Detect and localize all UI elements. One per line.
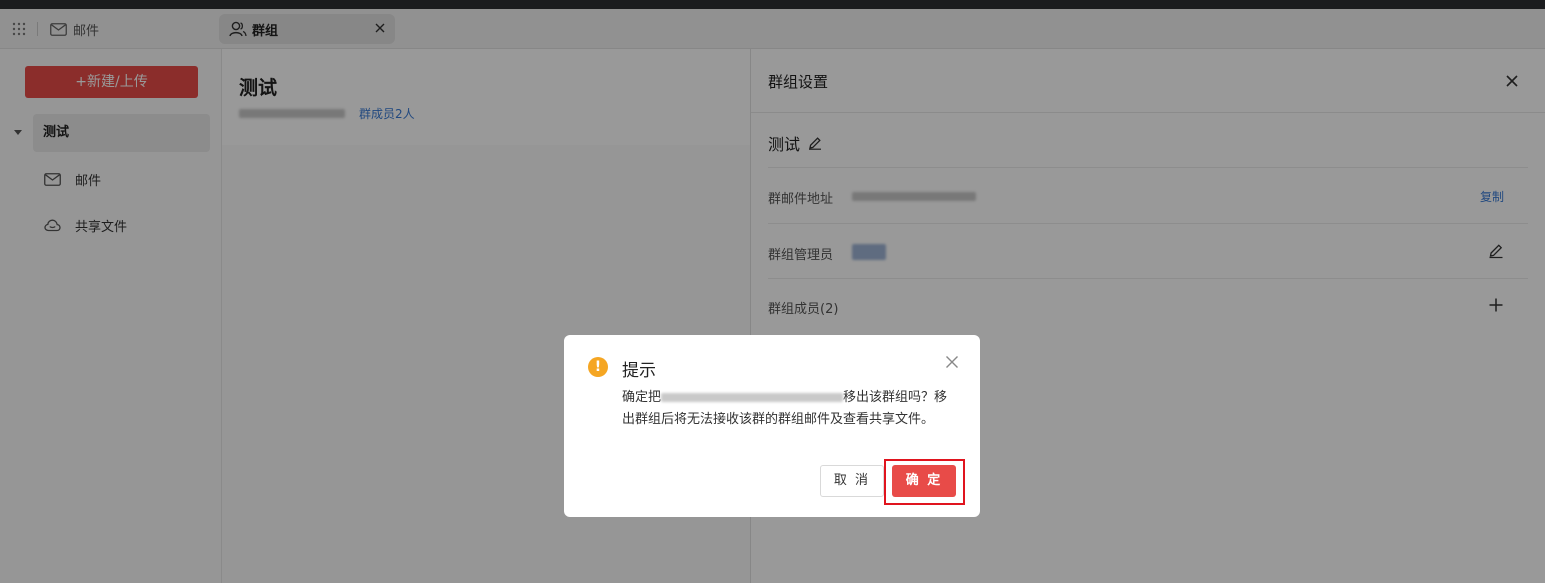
cancel-button[interactable]: 取 消 <box>820 465 884 497</box>
dialog-message-prefix: 确定把 <box>622 390 662 405</box>
close-dialog-icon[interactable] <box>945 355 959 369</box>
warning-icon: ! <box>588 357 608 377</box>
confirm-dialog: ! 提示 确定把 移出该群组吗？移出群组后将无法接收该群的群组邮件及查看共享文件。… <box>564 335 980 517</box>
blurred-member-email <box>661 393 844 402</box>
dialog-message: 确定把 移出该群组吗？移出群组后将无法接收该群的群组邮件及查看共享文件。 <box>622 387 952 431</box>
confirm-button[interactable]: 确 定 <box>892 465 956 497</box>
dialog-title: 提示 <box>622 361 656 381</box>
